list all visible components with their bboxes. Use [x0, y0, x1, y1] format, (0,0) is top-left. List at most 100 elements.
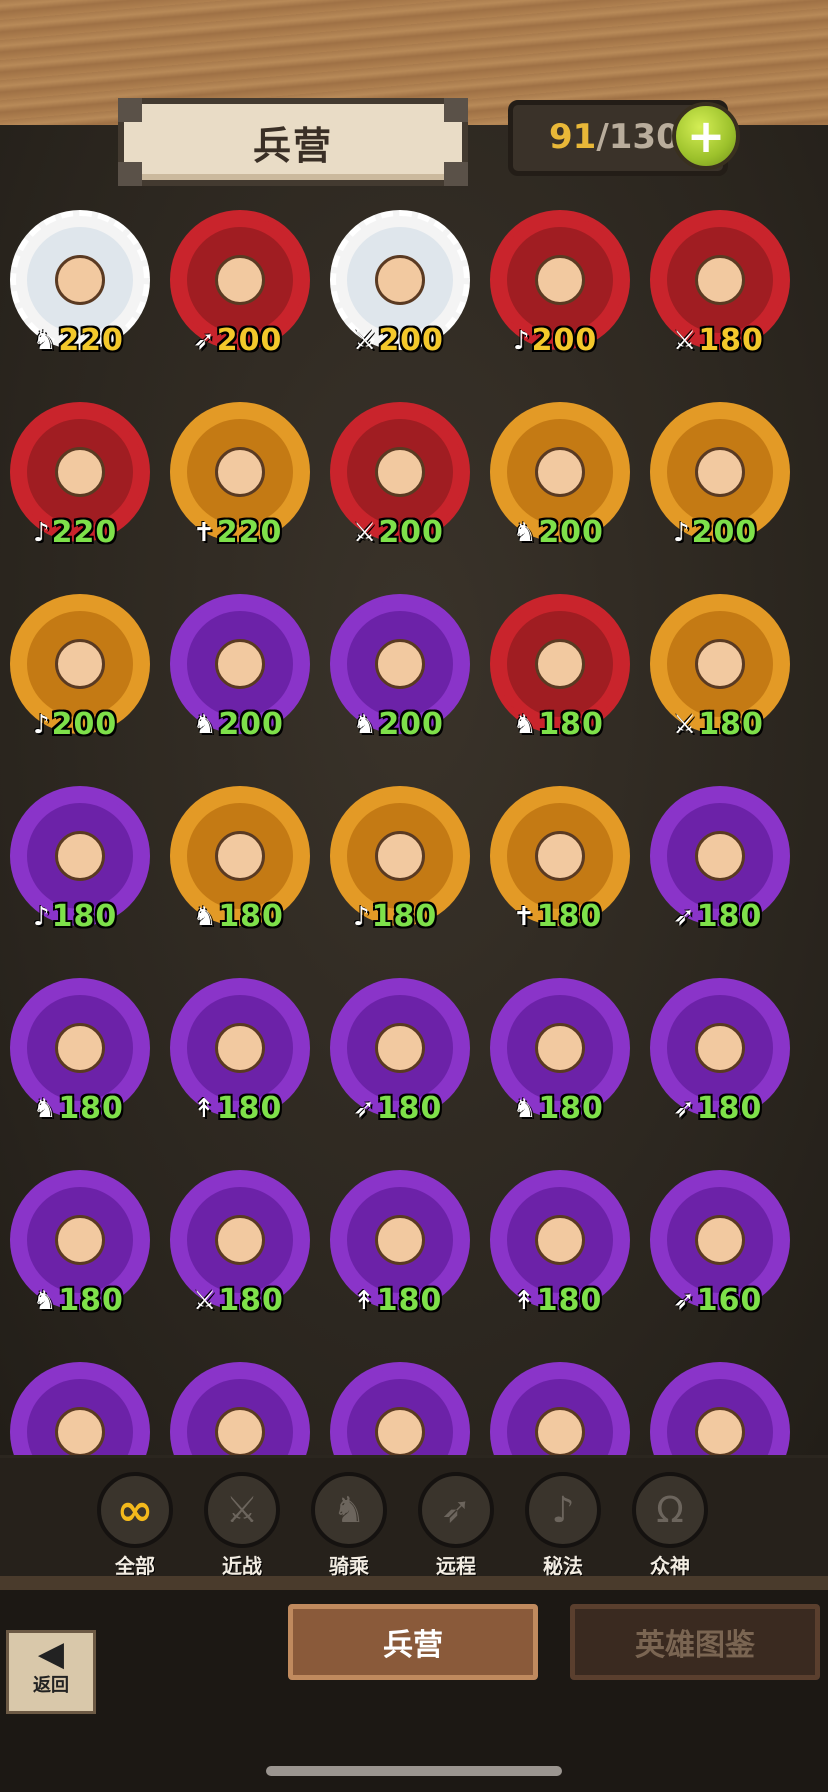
unit-face	[55, 255, 105, 305]
tab-hero-codex[interactable]: 英雄图鉴	[570, 1604, 820, 1680]
unit-card[interactable]	[485, 1357, 635, 1455]
unit-cost: 180	[58, 1283, 124, 1318]
unit-card[interactable]: ♞ 200	[165, 589, 315, 742]
unit-card[interactable]: ✝ 220	[165, 397, 315, 550]
unit-card[interactable]: ⚔ 200	[325, 205, 475, 358]
unit-card[interactable]	[645, 1357, 795, 1455]
unit-stat: ♞ 200	[193, 707, 284, 742]
unit-cost: 200	[531, 323, 598, 358]
unit-cost: 180	[376, 1091, 443, 1126]
filter-infinity[interactable]: ∞ 全部	[90, 1472, 180, 1582]
unit-cost: 160	[696, 1283, 763, 1318]
melee-icon: ⚔	[193, 1285, 217, 1316]
unit-card[interactable]: ♪ 220	[5, 397, 155, 550]
filter-horse[interactable]: ♞ 骑乘	[304, 1472, 394, 1582]
bow-icon: ➶	[418, 1472, 494, 1548]
unit-stat: ➶ 160	[673, 1283, 762, 1318]
unit-cost: 220	[216, 515, 283, 550]
unit-grid: ♞ 220 ➶ 200 ⚔ 200 ♪ 200 ⚔ 180 ♪ 220 ✝ 220 ⚔ 200 ♞ 200 ♪ 200…	[0, 200, 828, 1455]
unit-face	[215, 1023, 265, 1073]
filter-music[interactable]: ♪ 秘法	[518, 1472, 608, 1582]
unit-card[interactable]: ➶ 180	[325, 973, 475, 1126]
unit-card[interactable]: ♞ 180	[485, 973, 635, 1126]
unit-card[interactable]: ♪ 200	[5, 589, 155, 742]
unit-face	[215, 1407, 265, 1455]
unit-portrait	[27, 995, 133, 1101]
ranged-icon: ➶	[673, 1285, 695, 1316]
unit-cost: 180	[696, 899, 763, 934]
unit-card[interactable]: ♞ 180	[5, 973, 155, 1126]
unit-card[interactable]	[325, 1357, 475, 1455]
melee-icon: ⚔	[353, 517, 377, 548]
unit-stat: ✝ 220	[193, 515, 282, 550]
unit-card[interactable]: ↟ 180	[165, 973, 315, 1126]
unit-face	[695, 255, 745, 305]
add-capacity-button[interactable]: +	[672, 102, 740, 170]
unit-stat: ♞ 200	[513, 515, 604, 550]
unit-card[interactable]: ♪ 180	[5, 781, 155, 934]
plaque-corner	[444, 98, 468, 122]
unit-card[interactable]: ⚔ 180	[165, 1165, 315, 1318]
cavalry-icon: ♞	[33, 1285, 57, 1316]
unit-card[interactable]: ♪ 200	[485, 205, 635, 358]
filter-bow[interactable]: ➶ 远程	[411, 1472, 501, 1582]
cavalry-icon: ♞	[513, 517, 537, 548]
unit-stat: ♞ 200	[353, 707, 444, 742]
magic-icon: ♪	[33, 709, 50, 740]
unit-card[interactable]: ♞ 180	[5, 1165, 155, 1318]
unit-card[interactable]: ♞ 200	[485, 397, 635, 550]
unit-face	[215, 1215, 265, 1265]
unit-stat: ♞ 180	[33, 1091, 124, 1126]
unit-card[interactable]: ⚔ 180	[645, 205, 795, 358]
unit-face	[535, 1023, 585, 1073]
cavalry-icon: ♞	[33, 325, 57, 356]
unit-card[interactable]: ➶ 160	[645, 1165, 795, 1318]
filter-sword[interactable]: ⚔ 近战	[197, 1472, 287, 1582]
cavalry-icon: ♞	[513, 709, 537, 740]
unit-face	[375, 831, 425, 881]
unit-face	[535, 1215, 585, 1265]
unit-card[interactable]: ➶ 180	[645, 973, 795, 1126]
unit-card[interactable]: ➶ 180	[645, 781, 795, 934]
unit-card[interactable]: ♪ 200	[645, 397, 795, 550]
back-button[interactable]: ◀ 返回	[6, 1630, 96, 1714]
page-title-plaque: 兵营	[118, 98, 468, 186]
unit-stat: ➶ 180	[353, 1091, 442, 1126]
unit-card[interactable]: ♞ 200	[325, 589, 475, 742]
unit-card[interactable]	[165, 1357, 315, 1455]
unit-portrait	[347, 611, 453, 717]
unit-card[interactable]: ⚔ 180	[645, 589, 795, 742]
unit-card[interactable]: ➶ 200	[165, 205, 315, 358]
unit-card[interactable]: ♞ 220	[5, 205, 155, 358]
unit-face	[695, 1023, 745, 1073]
unit-portrait	[187, 1187, 293, 1293]
unit-portrait	[187, 227, 293, 333]
filter-omega[interactable]: Ω 众神	[625, 1472, 715, 1582]
unit-stat: ♞ 180	[33, 1283, 124, 1318]
unit-card[interactable]: ♪ 180	[325, 781, 475, 934]
unit-card[interactable]	[5, 1357, 155, 1455]
filter-label: 众神	[650, 1554, 690, 1578]
unit-stat: ➶ 180	[673, 899, 762, 934]
unit-card[interactable]: ↟ 180	[485, 1165, 635, 1318]
unit-cost: 180	[696, 1091, 763, 1126]
unit-portrait	[667, 611, 773, 717]
unit-cost: 220	[58, 323, 124, 358]
unit-stat: ⚔ 180	[673, 707, 764, 742]
unit-count-current: 91	[549, 117, 597, 157]
unit-portrait	[667, 227, 773, 333]
music-icon: ♪	[525, 1472, 601, 1548]
unit-cost: 200	[378, 707, 444, 742]
unit-card[interactable]: ⚔ 200	[325, 397, 475, 550]
unit-card[interactable]: ♞ 180	[165, 781, 315, 934]
unit-face	[535, 1407, 585, 1455]
unit-card[interactable]: ✝ 180	[485, 781, 635, 934]
unit-card[interactable]: ♞ 180	[485, 589, 635, 742]
filter-label: 远程	[436, 1554, 476, 1578]
unit-stat: ↟ 180	[513, 1283, 602, 1318]
unit-card[interactable]: ↟ 180	[325, 1165, 475, 1318]
tab-barracks[interactable]: 兵营	[288, 1604, 538, 1680]
cavalry-icon: ♞	[353, 709, 377, 740]
filter-label: 秘法	[543, 1554, 583, 1578]
unit-face	[55, 1407, 105, 1455]
